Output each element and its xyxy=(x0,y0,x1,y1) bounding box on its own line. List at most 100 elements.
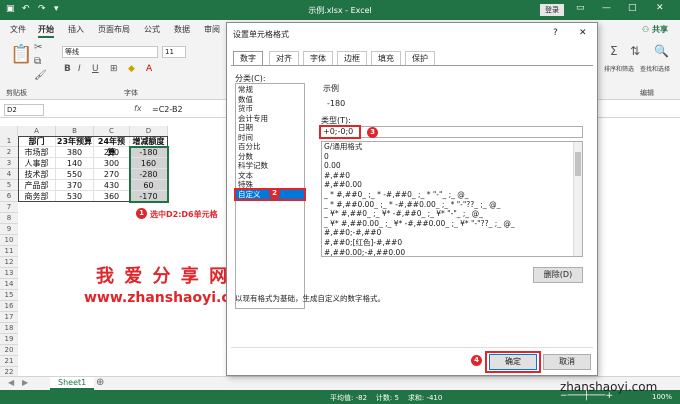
column-header-b[interactable]: B xyxy=(56,126,94,136)
close-button[interactable]: ✕ xyxy=(656,3,664,13)
paste-icon[interactable]: 📋 xyxy=(10,44,32,65)
format-painter-icon[interactable]: 🖌 xyxy=(34,70,47,81)
table-cell[interactable]: 270 xyxy=(94,169,130,180)
header-cell-department[interactable]: 部门 xyxy=(18,136,56,147)
select-all-corner[interactable] xyxy=(0,126,18,136)
table-cell[interactable]: 商务部 xyxy=(18,191,56,202)
underline-button[interactable]: U xyxy=(92,64,99,74)
cut-icon[interactable]: ✂ xyxy=(34,42,42,53)
table-cell[interactable]: 380 xyxy=(56,147,94,158)
row-header[interactable]: 19 xyxy=(0,334,18,345)
header-cell-change[interactable]: 增减额度 xyxy=(130,136,168,147)
table-cell[interactable]: 530 xyxy=(56,191,94,202)
fill-color-icon[interactable]: ◆ xyxy=(128,64,135,74)
tab-fill[interactable]: 填充 xyxy=(371,51,401,65)
sheet-tab-sheet1[interactable]: Sheet1 xyxy=(50,377,95,390)
bold-button[interactable]: B xyxy=(64,64,71,74)
selected-cell[interactable]: -180 xyxy=(130,147,168,158)
format-item[interactable]: #,##0;-#,##0 xyxy=(322,228,582,238)
selected-cell[interactable]: -170 xyxy=(130,191,168,202)
copy-icon[interactable]: ⧉ xyxy=(34,56,41,67)
tab-protection[interactable]: 保护 xyxy=(405,51,435,65)
name-box[interactable]: D2 xyxy=(4,104,44,116)
row-header[interactable]: 16 xyxy=(0,301,18,312)
row-header[interactable]: 14 xyxy=(0,279,18,290)
row-header[interactable]: 1 xyxy=(0,136,18,147)
format-item[interactable]: _ * #,##0_ ;_ * -#,##0_ ;_ * "-"_ ;_ @_ xyxy=(322,190,582,200)
column-header-d[interactable]: D xyxy=(130,126,168,136)
selected-cell[interactable]: 160 xyxy=(130,158,168,169)
category-item[interactable]: 常规 xyxy=(236,85,304,95)
format-item[interactable]: _ ¥* #,##0.00_ ;_ ¥* -#,##0.00_ ;_ ¥* "-… xyxy=(322,219,582,229)
format-list-scrollbar[interactable] xyxy=(573,142,582,256)
italic-button[interactable]: I xyxy=(78,64,81,74)
share-button[interactable]: ⚇ 共享 xyxy=(642,24,668,35)
type-input[interactable]: +0;-0;0 xyxy=(319,125,361,139)
table-cell[interactable]: 产品部 xyxy=(18,180,56,191)
format-item[interactable]: #,##0.00;-#,##0.00 xyxy=(322,248,582,256)
row-header[interactable]: 17 xyxy=(0,312,18,323)
row-header[interactable]: 4 xyxy=(0,169,18,180)
tab-font[interactable]: 字体 xyxy=(303,51,333,65)
font-color-icon[interactable]: A xyxy=(146,64,152,74)
row-header[interactable]: 15 xyxy=(0,290,18,301)
ok-button[interactable]: 确定 xyxy=(489,354,537,370)
table-cell[interactable]: 370 xyxy=(56,180,94,191)
table-cell[interactable]: 430 xyxy=(94,180,130,191)
tab-formulas[interactable]: 公式 xyxy=(144,24,160,35)
selected-cell[interactable]: 60 xyxy=(130,180,168,191)
font-name-select[interactable]: 等线 xyxy=(62,46,158,58)
row-header[interactable]: 12 xyxy=(0,257,18,268)
type-input-extension[interactable] xyxy=(361,126,583,138)
tab-file[interactable]: 文件 xyxy=(10,24,26,35)
format-list[interactable]: G/通用格式 0 0.00 #,##0 #,##0.00 _ * #,##0_ … xyxy=(321,141,583,257)
category-item[interactable]: 货币 xyxy=(236,104,304,114)
add-sheet-icon[interactable]: ⊕ xyxy=(96,377,104,388)
category-item[interactable]: 会计专用 xyxy=(236,114,304,124)
table-cell[interactable]: 200 xyxy=(94,147,130,158)
format-item[interactable]: _ ¥* #,##0_ ;_ ¥* -#,##0_ ;_ ¥* "-"_ ;_ … xyxy=(322,209,582,219)
table-cell[interactable]: 300 xyxy=(94,158,130,169)
table-cell[interactable]: 技术部 xyxy=(18,169,56,180)
format-item[interactable]: G/通用格式 xyxy=(322,142,582,152)
row-header[interactable]: 21 xyxy=(0,356,18,367)
row-header[interactable]: 10 xyxy=(0,235,18,246)
header-cell-budget-23[interactable]: 23年预算 xyxy=(56,136,94,147)
minimize-button[interactable]: — xyxy=(602,3,611,13)
dialog-close-icon[interactable]: ✕ xyxy=(579,28,587,38)
category-item[interactable]: 特殊 xyxy=(236,180,304,190)
font-size-select[interactable]: 11 xyxy=(162,46,186,58)
row-header[interactable]: 6 xyxy=(0,191,18,202)
category-item[interactable]: 科学记数 xyxy=(236,161,304,171)
format-item[interactable]: _ * #,##0.00_ ;_ * -#,##0.00_ ;_ * "-"??… xyxy=(322,200,582,210)
restore-button[interactable]: □ xyxy=(628,3,637,13)
row-header[interactable]: 2 xyxy=(0,147,18,158)
table-cell[interactable]: 140 xyxy=(56,158,94,169)
delete-button[interactable]: 删除(D) xyxy=(533,267,583,283)
table-cell[interactable]: 人事部 xyxy=(18,158,56,169)
fx-icon[interactable]: fx xyxy=(134,104,142,113)
column-header-c[interactable]: C xyxy=(94,126,130,136)
format-item[interactable]: 0 xyxy=(322,152,582,162)
row-header[interactable]: 20 xyxy=(0,345,18,356)
table-cell[interactable]: 市场部 xyxy=(18,147,56,158)
cancel-button[interactable]: 取消 xyxy=(543,354,591,370)
format-item[interactable]: 0.00 xyxy=(322,161,582,171)
row-header[interactable]: 3 xyxy=(0,158,18,169)
sum-icon[interactable]: Σ xyxy=(610,44,618,58)
row-header[interactable]: 18 xyxy=(0,323,18,334)
category-item[interactable]: 时间 xyxy=(236,133,304,143)
find-select-icon[interactable]: 🔍 xyxy=(654,44,669,58)
row-header[interactable]: 5 xyxy=(0,180,18,191)
help-icon[interactable]: ? xyxy=(553,28,558,38)
tab-review[interactable]: 审阅 xyxy=(204,24,220,35)
zoom-level[interactable]: 100% xyxy=(652,393,672,401)
next-sheet-icon[interactable]: ▶ xyxy=(22,378,28,387)
tab-number[interactable]: 数字 xyxy=(233,51,263,66)
header-cell-budget-24[interactable]: 24年预算 xyxy=(94,136,130,157)
border-icon[interactable]: ⊞ xyxy=(110,64,118,74)
scrollbar-thumb[interactable] xyxy=(575,152,581,176)
category-item[interactable]: 分数 xyxy=(236,152,304,162)
tab-data[interactable]: 数据 xyxy=(174,24,190,35)
tab-home[interactable]: 开始 xyxy=(38,24,54,38)
